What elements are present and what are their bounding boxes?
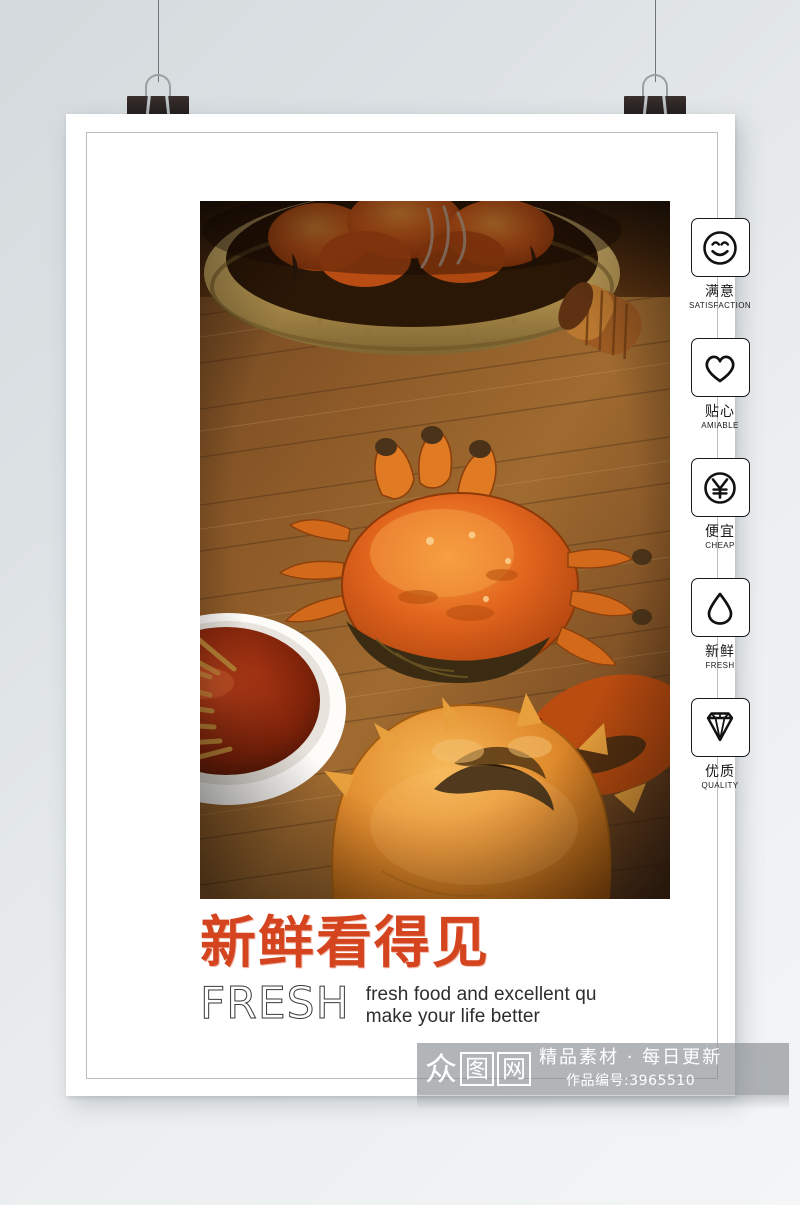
hanging-string-left xyxy=(158,0,159,82)
watermark-shadow xyxy=(417,1095,789,1109)
water-drop-icon xyxy=(707,592,733,625)
tagline-row: FRESH fresh food and excellent qu make y… xyxy=(200,980,740,1029)
headline-block: 新鲜看得见 FRESH fresh food and excellent qu … xyxy=(200,911,740,1029)
tagline-text: fresh food and excellent qu make your li… xyxy=(366,984,597,1029)
crab-photograph xyxy=(200,201,670,899)
poster-card: 满意 SATISFACTION 贴心 AMIABLE 便宜 CHEAP 新鲜 F… xyxy=(66,114,751,1096)
feature-item-satisfaction[interactable]: 满意 SATISFACTION xyxy=(679,218,761,310)
feature-label-cn: 贴心 xyxy=(705,404,735,421)
feature-label-en: QUALITY xyxy=(701,781,739,791)
poster-inner-frame: 满意 SATISFACTION 贴心 AMIABLE 便宜 CHEAP 新鲜 F… xyxy=(86,132,751,1079)
diamond-icon xyxy=(706,712,734,742)
watermark-logo: 众 图 网 xyxy=(425,1052,531,1086)
feature-icon-box xyxy=(690,578,750,638)
feature-icon-box xyxy=(690,458,750,518)
yen-coin-icon xyxy=(704,471,736,504)
watermark-tagline: 精品素材 · 每日更新 xyxy=(539,1047,723,1069)
feature-label-cn: 便宜 xyxy=(705,524,735,541)
feature-item-cheap[interactable]: 便宜 CHEAP xyxy=(679,458,761,550)
watermark-logo-char-3: 网 xyxy=(497,1052,531,1086)
heart-icon xyxy=(705,355,735,382)
watermark-text: 精品素材 · 每日更新 作品编号:3965510 xyxy=(539,1048,722,1090)
feature-label-cn: 优质 xyxy=(705,764,735,781)
page-title: 新鲜看得见 xyxy=(200,911,490,976)
crab-photo-illustration xyxy=(200,201,670,899)
feature-item-quality[interactable]: 优质 QUALITY xyxy=(679,698,761,790)
feature-list: 满意 SATISFACTION 贴心 AMIABLE 便宜 CHEAP 新鲜 F… xyxy=(679,218,761,790)
feature-icon-box xyxy=(690,218,750,277)
feature-label-en: CHEAP xyxy=(705,541,735,551)
feature-item-amiable[interactable]: 贴心 AMIABLE xyxy=(679,338,761,430)
watermark-logo-char-2: 图 xyxy=(460,1052,494,1086)
watermark-bar: 众 图 网 精品素材 · 每日更新 作品编号:3965510 xyxy=(417,1043,789,1095)
watermark-work-id: 作品编号:3965510 xyxy=(566,1072,696,1089)
feature-icon-box xyxy=(690,338,750,398)
tagline-line-1: fresh food and excellent qu xyxy=(365,983,597,1005)
feature-label-en: AMIABLE xyxy=(701,421,739,431)
smiley-face-icon xyxy=(703,230,737,265)
hanging-string-right xyxy=(655,0,656,82)
feature-label-cn: 满意 xyxy=(705,284,735,300)
tagline-line-2: make your life better xyxy=(365,1006,540,1028)
fresh-wordmark: FRESH xyxy=(200,977,350,1029)
watermark-logo-char-1: 众 xyxy=(425,1050,458,1088)
feature-label-en: FRESH xyxy=(705,661,735,671)
feature-label-cn: 新鲜 xyxy=(705,644,735,661)
feature-label-en: SATISFACTION xyxy=(689,301,751,311)
feature-icon-box xyxy=(690,698,750,758)
feature-item-fresh[interactable]: 新鲜 FRESH xyxy=(679,578,761,670)
